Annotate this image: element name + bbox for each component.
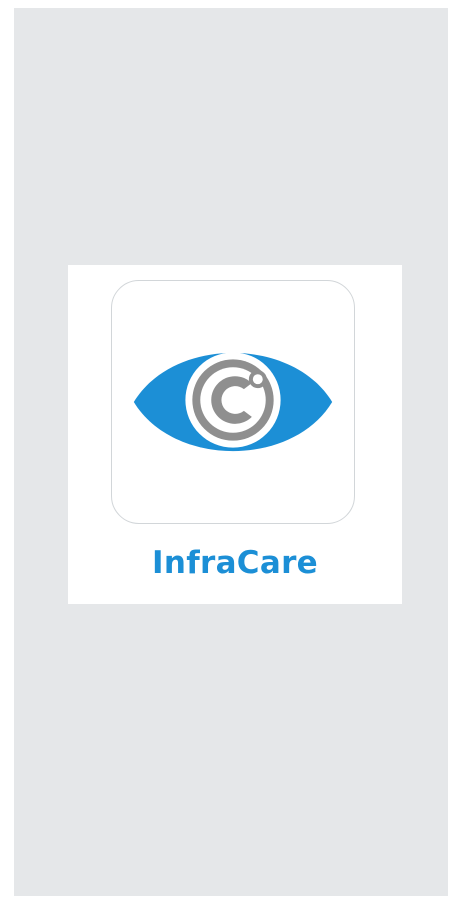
- eye-c-logo-icon: [133, 352, 333, 452]
- app-name: InfraCare: [152, 545, 318, 581]
- splash-screen: InfraCare: [14, 8, 448, 896]
- splash-logo-card: InfraCare: [68, 265, 402, 604]
- app-icon: [111, 280, 355, 524]
